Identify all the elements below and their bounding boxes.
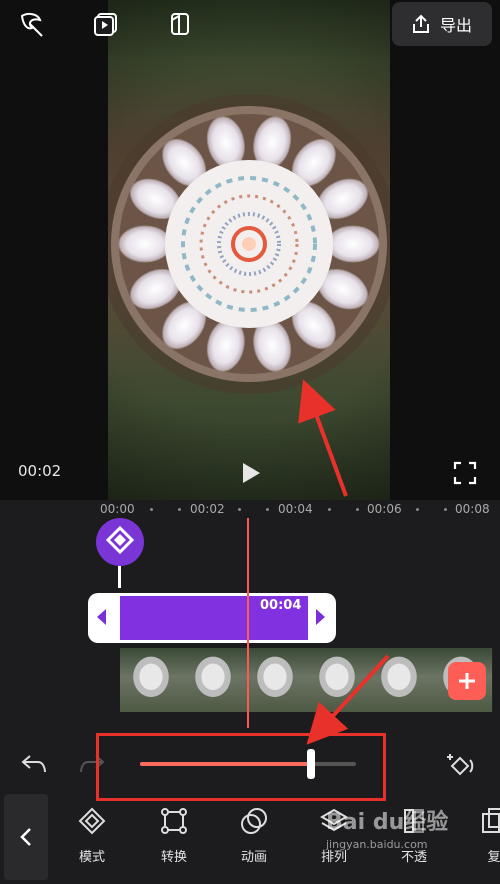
sticker-icon bbox=[105, 525, 135, 555]
tool-copy[interactable]: 复 bbox=[464, 806, 500, 865]
mode-icon bbox=[78, 807, 106, 835]
clip-trim-right-handle[interactable] bbox=[316, 609, 325, 625]
animation-icon bbox=[241, 808, 267, 834]
ruler-dot bbox=[416, 508, 419, 511]
kaleidoscope-petal bbox=[118, 225, 172, 263]
transform-icon bbox=[161, 808, 187, 834]
watermark-text: Bai du经验 bbox=[326, 810, 449, 835]
add-clip-button[interactable] bbox=[448, 662, 486, 700]
ruler-tick: 00:06 bbox=[367, 502, 402, 516]
video-frame-thumbnail bbox=[306, 648, 369, 712]
sticker-marker-stem bbox=[118, 566, 121, 588]
annotation-highlight-box bbox=[96, 733, 386, 801]
video-frame-thumbnail bbox=[244, 648, 307, 712]
kaleidoscope-petal bbox=[326, 225, 380, 263]
ruler-dot bbox=[356, 508, 359, 511]
tool-label: 动画 bbox=[240, 850, 267, 865]
video-preview[interactable] bbox=[108, 0, 390, 500]
chevron-left-icon bbox=[20, 828, 31, 846]
preview-play-icon[interactable] bbox=[92, 10, 120, 38]
play-icon[interactable] bbox=[238, 460, 264, 486]
clip-duration: 00:04 bbox=[260, 598, 302, 613]
export-button[interactable]: 导出 bbox=[392, 2, 492, 46]
tool-label: 复 bbox=[487, 850, 500, 865]
time-ruler: 00:00 00:02 00:04 00:06 00:08 bbox=[0, 500, 500, 520]
aspect-ratio-icon[interactable] bbox=[166, 10, 194, 38]
ruler-dot bbox=[328, 508, 331, 511]
undo-icon[interactable] bbox=[20, 752, 48, 776]
video-track[interactable] bbox=[120, 648, 500, 712]
copy-icon bbox=[482, 808, 500, 833]
ruler-dot bbox=[444, 508, 447, 511]
export-label: 导出 bbox=[439, 16, 472, 35]
ruler-tick: 00:08 bbox=[455, 502, 490, 516]
kaleidoscope-image bbox=[108, 94, 390, 394]
ruler-tick: 00:04 bbox=[278, 502, 313, 516]
share-icon bbox=[412, 14, 429, 33]
magic-brush-icon[interactable] bbox=[18, 10, 46, 38]
ruler-dot bbox=[150, 508, 153, 511]
ruler-tick: 00:00 bbox=[100, 502, 135, 516]
back-button[interactable] bbox=[4, 794, 48, 880]
ruler-dot bbox=[178, 508, 181, 511]
fullscreen-icon[interactable] bbox=[452, 460, 478, 486]
ruler-tick: 00:02 bbox=[190, 502, 225, 516]
playhead[interactable] bbox=[247, 518, 249, 728]
video-frame-thumbnail bbox=[182, 648, 245, 712]
video-frame-thumbnail bbox=[120, 648, 183, 712]
watermark: Bai du经验 jingyan.baidu.com bbox=[326, 804, 448, 851]
ruler-dot bbox=[238, 508, 241, 511]
keyframe-icon[interactable] bbox=[444, 750, 476, 780]
current-time: 00:02 bbox=[18, 462, 62, 480]
tool-label: 转换 bbox=[160, 850, 187, 865]
ruler-dot bbox=[266, 508, 269, 511]
plus-icon bbox=[459, 673, 475, 689]
tool-animation[interactable]: 动画 bbox=[224, 806, 284, 865]
video-frame-thumbnail bbox=[368, 648, 431, 712]
clip-trim-left-handle[interactable] bbox=[97, 609, 106, 625]
watermark-subtext: jingyan.baidu.com bbox=[326, 838, 428, 851]
tool-label: 模式 bbox=[78, 850, 105, 865]
tool-transform[interactable]: 转换 bbox=[144, 806, 204, 865]
tool-mode[interactable]: 模式 bbox=[62, 806, 122, 865]
sticker-marker[interactable] bbox=[96, 518, 144, 566]
